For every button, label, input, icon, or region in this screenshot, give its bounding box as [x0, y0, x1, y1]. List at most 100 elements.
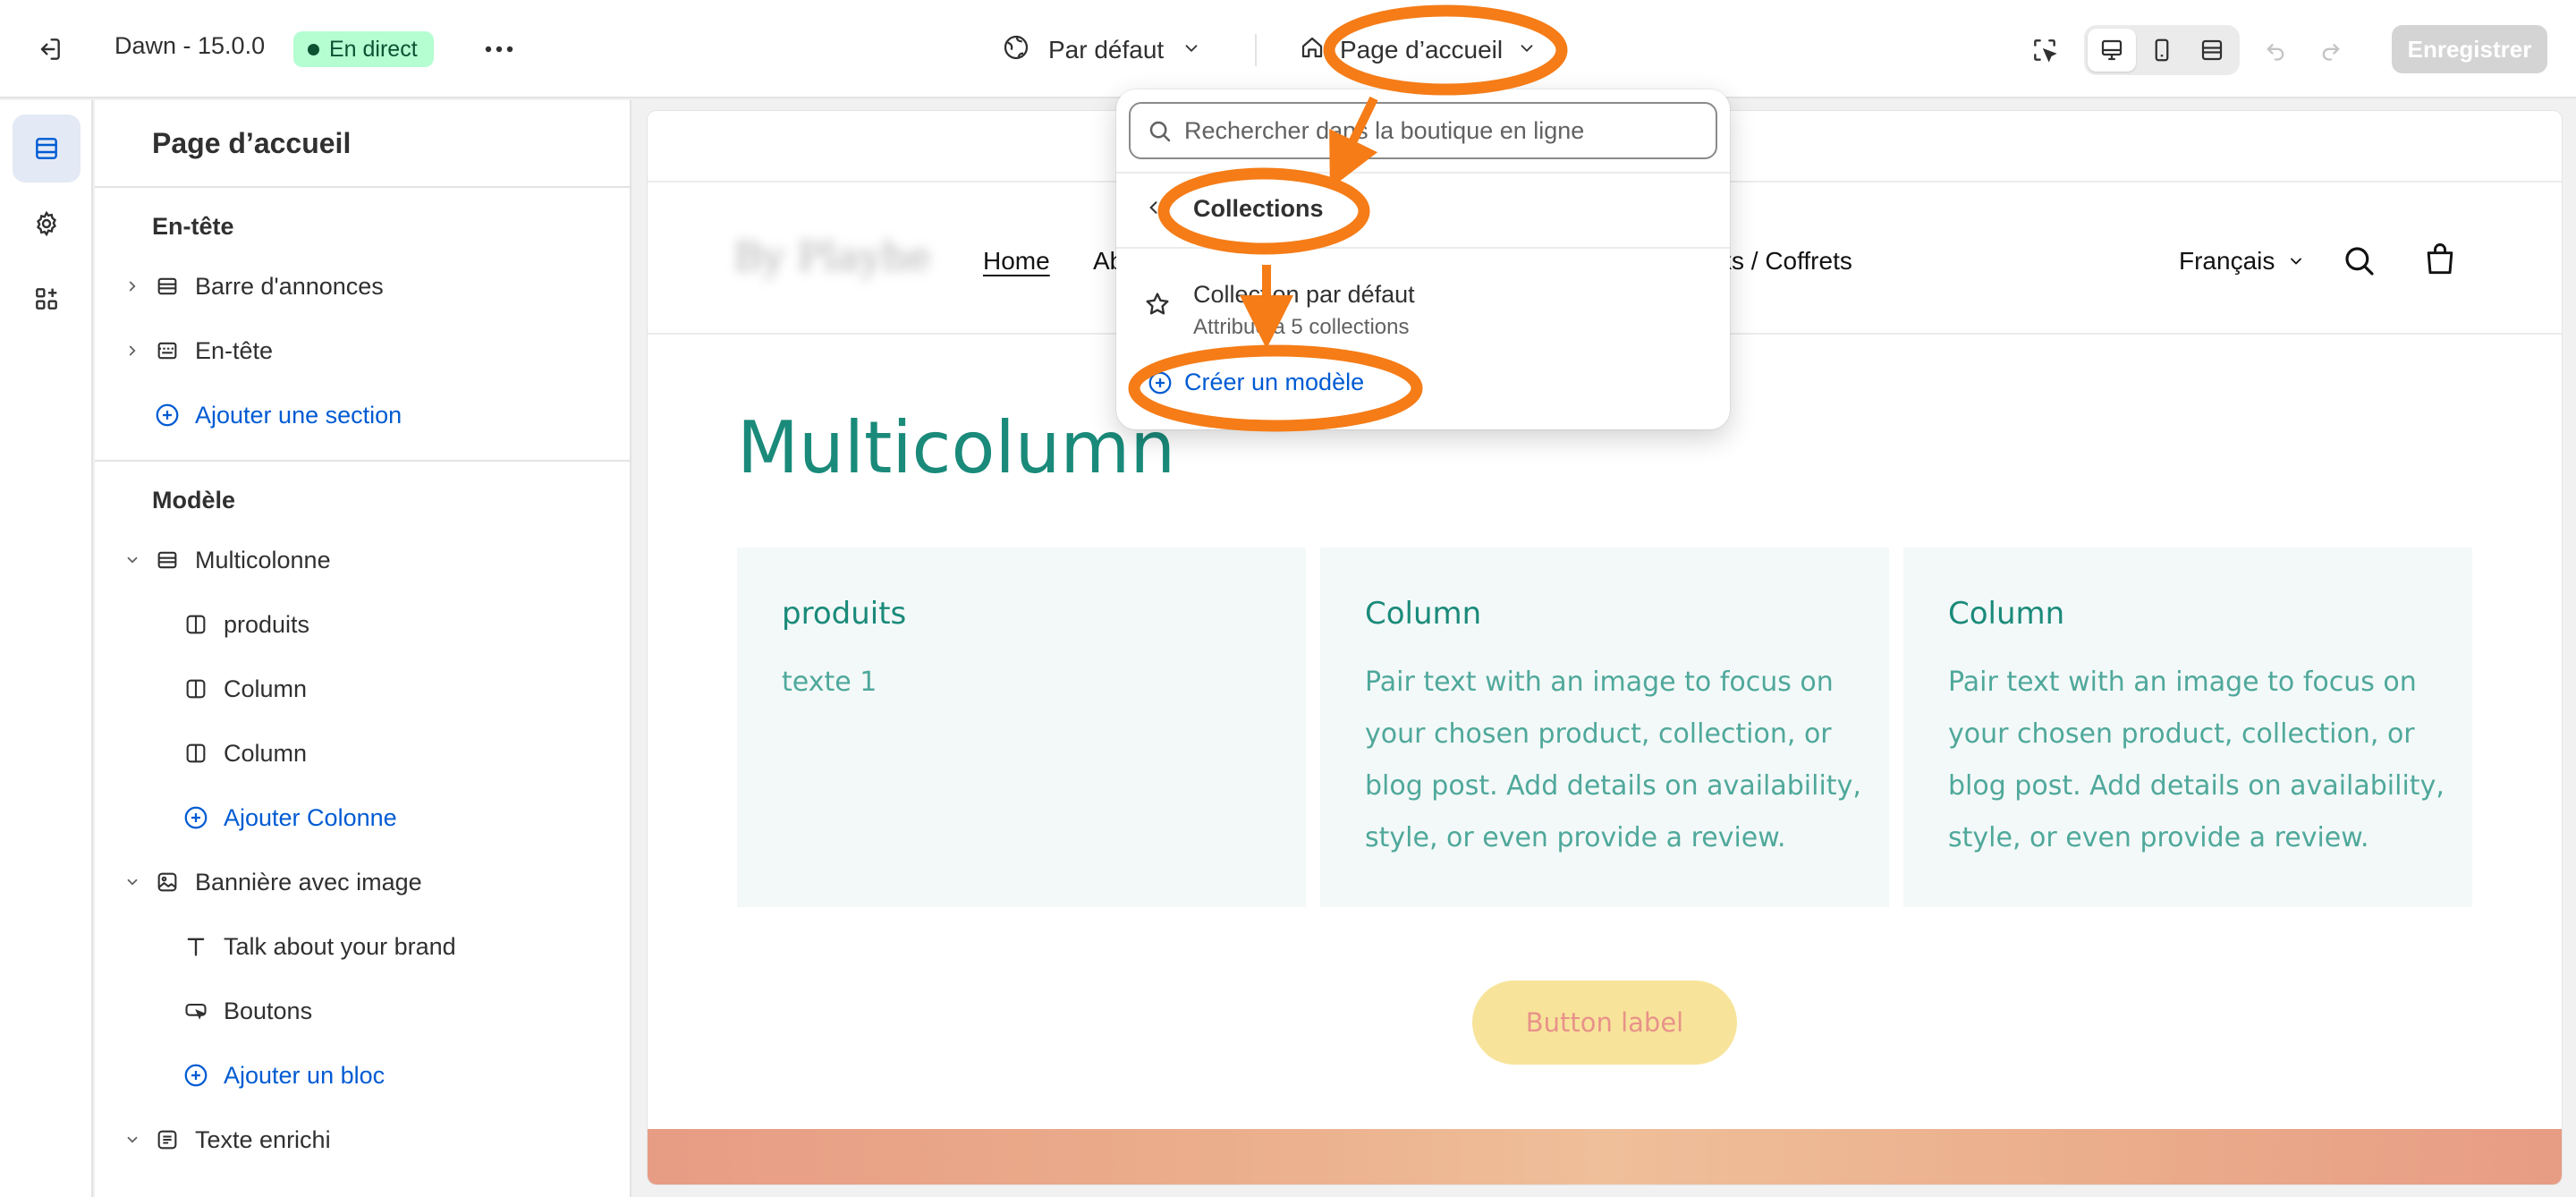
sidebar-block-label: produits	[224, 611, 310, 638]
header-section-icon	[154, 337, 181, 364]
language-selector[interactable]: Français	[2179, 247, 2305, 276]
sidebar-block-item[interactable]: Boutons	[95, 984, 630, 1038]
create-template-button[interactable]: Créer un modèle	[1147, 369, 1364, 396]
button-icon	[182, 998, 209, 1024]
sidebar-item-multicolumn[interactable]: Multicolonne	[95, 533, 630, 587]
live-status-badge: En direct	[293, 31, 434, 67]
plus-circle-icon	[1148, 371, 1172, 394]
add-section-label: Ajouter une section	[195, 402, 402, 429]
column-text: texte 1	[782, 666, 877, 698]
sidebar-block-item[interactable]: Column	[95, 726, 630, 780]
sidebar-block-label: Column	[224, 675, 308, 702]
column-title: Column	[1365, 596, 1482, 632]
redo-icon[interactable]	[2309, 30, 2352, 70]
mobile-view-icon[interactable]	[2138, 29, 2186, 72]
sidebar-title: Page d’accueil	[152, 127, 352, 159]
column-title: Column	[1948, 596, 2065, 632]
create-template-label: Créer un modèle	[1184, 369, 1365, 395]
sidebar-block-label: Talk about your brand	[224, 933, 456, 960]
context-selector[interactable]: Par défaut	[1002, 29, 1201, 72]
sidebar-item-header[interactable]: En-tête	[95, 324, 630, 378]
sidebar-divider	[95, 186, 630, 188]
column-text: Pair text with an image to focus on your…	[1365, 666, 1861, 853]
back-chevron-icon[interactable]	[1141, 193, 1166, 222]
sidebar-block-item[interactable]: Column	[95, 662, 630, 716]
sidebar-block-item[interactable]: produits	[95, 598, 630, 651]
sidebar-divider	[95, 460, 630, 462]
sidebar-block-label: Column	[224, 740, 308, 767]
theme-name: Dawn - 15.0.0	[114, 32, 266, 59]
section-icon	[154, 547, 181, 573]
plus-circle-icon	[182, 804, 209, 831]
chevron-down-icon[interactable]	[122, 549, 143, 571]
popover-heading: Collections	[1193, 195, 1324, 222]
theme-settings-gear-icon[interactable]	[13, 190, 80, 258]
language-label: Français	[2179, 247, 2275, 275]
image-banner-section[interactable]	[648, 1129, 2562, 1184]
chevron-down-icon[interactable]	[122, 871, 143, 893]
home-icon	[1299, 34, 1326, 67]
status-dot-icon	[308, 44, 319, 55]
add-block-button[interactable]: Ajouter un bloc	[95, 1048, 630, 1102]
sections-icon[interactable]	[13, 115, 80, 183]
add-column-button[interactable]: Ajouter Colonne	[95, 791, 630, 845]
add-column-label: Ajouter Colonne	[224, 804, 397, 831]
exit-icon[interactable]	[27, 27, 72, 72]
chevron-right-icon[interactable]	[122, 340, 143, 361]
chevron-down-icon	[1182, 36, 1201, 64]
section-icon	[154, 273, 181, 300]
sidebar-block-label: Boutons	[224, 998, 313, 1024]
multicolumn-column[interactable]: produits texte 1	[737, 548, 1306, 907]
editor-rail	[0, 100, 93, 1197]
save-button[interactable]: Enregistrer	[2392, 25, 2547, 73]
toolbar-divider	[1255, 34, 1257, 66]
template-item-subtitle: Attribué à 5 collections	[1193, 315, 1410, 339]
column-block-icon	[182, 675, 209, 702]
column-title: produits	[782, 596, 907, 632]
add-section-button[interactable]: Ajouter une section	[95, 388, 630, 442]
undo-icon[interactable]	[2254, 30, 2297, 70]
sidebar-item-label: Texte enrichi	[195, 1126, 331, 1153]
chevron-right-icon[interactable]	[122, 276, 143, 297]
image-section-icon	[154, 869, 181, 896]
popover-divider	[1116, 172, 1730, 174]
popover-divider	[1116, 247, 1730, 249]
chevron-down-icon	[2291, 258, 2302, 265]
template-search-input[interactable]	[1184, 111, 1703, 150]
search-icon	[1149, 121, 1171, 142]
desktop-view-icon[interactable]	[2088, 29, 2136, 72]
sidebar-item-announcement-bar[interactable]: Barre d'annonces	[95, 259, 630, 313]
nav-link-home[interactable]: Home	[983, 247, 1050, 276]
sidebar-block-item[interactable]: Talk about your brand	[95, 920, 630, 973]
context-label: Par défaut	[1048, 36, 1165, 64]
sections-sidebar: Page d’accueil En-tête Barre d'annonces …	[95, 100, 631, 1197]
text-icon	[182, 933, 209, 960]
more-actions-icon[interactable]	[478, 29, 521, 70]
chevron-down-icon[interactable]	[122, 1129, 143, 1150]
sidebar-item-rich-text[interactable]: Texte enrichi	[95, 1113, 630, 1167]
apps-icon[interactable]	[13, 265, 80, 333]
template-selector[interactable]: Page d’accueil	[1299, 29, 1537, 72]
full-width-view-icon[interactable]	[2188, 29, 2236, 72]
header-group-label: En-tête	[152, 213, 234, 240]
template-item-title[interactable]: Collection par défaut	[1193, 281, 1415, 309]
sidebar-item-label: Bannière avec image	[195, 869, 422, 896]
multicolumn-column[interactable]: Column Pair text with an image to focus …	[1903, 548, 2472, 907]
multicolumn-button[interactable]: Button label	[1472, 981, 1737, 1065]
search-icon[interactable]	[2338, 240, 2381, 283]
sidebar-item-label: Multicolonne	[195, 547, 331, 573]
inspector-icon[interactable]	[2023, 29, 2066, 72]
column-block-icon	[182, 740, 209, 767]
add-block-label: Ajouter un bloc	[224, 1062, 386, 1089]
multicolumn-heading[interactable]: Multicolumn	[737, 406, 1175, 489]
template-search-field[interactable]	[1129, 102, 1717, 159]
plus-circle-icon	[154, 402, 181, 429]
template-label: Page d’accueil	[1340, 36, 1504, 64]
multicolumn-column[interactable]: Column Pair text with an image to focus …	[1320, 548, 1889, 907]
viewport-switcher	[2084, 25, 2240, 75]
template-picker-popover: Collections Collection par défaut Attrib…	[1116, 89, 1730, 429]
column-text: Pair text with an image to focus on your…	[1948, 666, 2445, 853]
store-logo[interactable]: By Playhe	[733, 234, 930, 280]
cart-icon[interactable]	[2419, 238, 2462, 281]
sidebar-item-image-banner[interactable]: Bannière avec image	[95, 855, 630, 909]
